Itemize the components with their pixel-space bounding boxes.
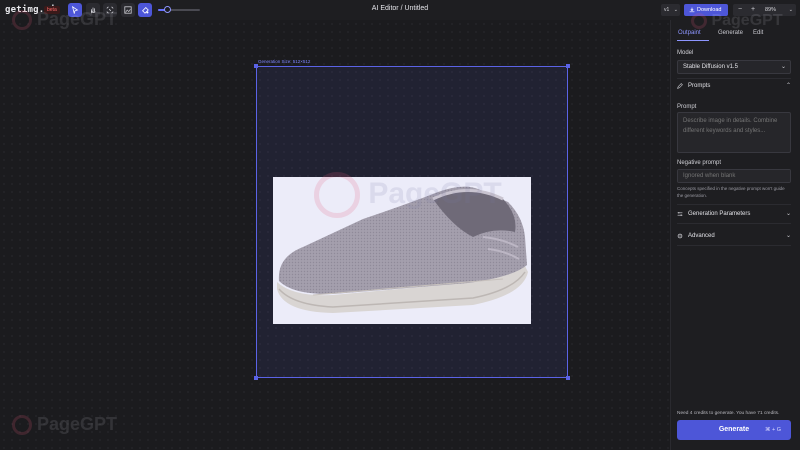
- divider: [677, 78, 791, 79]
- active-tab-indicator: [677, 40, 709, 41]
- prompts-section-header[interactable]: Prompts ⌃: [677, 80, 791, 92]
- version-select[interactable]: v1 ⌄: [661, 4, 680, 16]
- generation-parameters-header[interactable]: Generation Parameters ⌄: [677, 208, 791, 220]
- brush-size-knob[interactable]: [163, 6, 171, 13]
- document-title: AI Editor / Untitled: [371, 5, 429, 12]
- prompt-label: Prompt: [677, 104, 697, 110]
- chevron-down-icon[interactable]: ⌄: [789, 4, 793, 16]
- watermark: PageGPT: [12, 9, 118, 31]
- tab-generate[interactable]: Generate: [718, 30, 743, 36]
- resize-handle-top-left[interactable]: [254, 64, 258, 68]
- chevron-down-icon: ⌄: [673, 7, 678, 13]
- watermark: PageGPT: [314, 172, 502, 218]
- resize-handle-bottom-left[interactable]: [254, 376, 258, 380]
- chevron-up-icon: ⌃: [785, 83, 791, 89]
- generate-button[interactable]: Generate ⌘ + G: [677, 420, 791, 440]
- model-label: Model: [677, 50, 694, 56]
- watermark-logo-icon: [12, 10, 32, 31]
- eraser-tool-button[interactable]: [138, 3, 152, 17]
- generation-size-label: Generation Size: 512×512: [258, 59, 311, 64]
- credits-info: Need 4 credits to generate. You have 71 …: [677, 411, 780, 416]
- watermark-text: PageGPT: [37, 9, 118, 29]
- tab-outpaint[interactable]: Outpaint: [678, 30, 701, 36]
- brush-size-slider[interactable]: [158, 6, 200, 13]
- divider: [677, 245, 791, 246]
- watermark: PageGPT: [12, 414, 118, 436]
- prompt-input[interactable]: [677, 112, 791, 153]
- divider: [677, 223, 791, 224]
- negative-prompt-label: Negative prompt: [677, 160, 722, 166]
- eraser-icon: [142, 7, 149, 14]
- resize-handle-top-right[interactable]: [566, 64, 570, 68]
- negative-prompt-input[interactable]: [677, 169, 791, 183]
- watermark-text: PageGPT: [37, 414, 118, 434]
- keyboard-shortcut: ⌘ + G: [764, 427, 781, 433]
- sliders-icon: [677, 212, 683, 216]
- gear-icon: [677, 233, 683, 239]
- model-value: Stable Diffusion v1.5: [683, 64, 738, 70]
- watermark-logo-icon: [314, 172, 360, 218]
- image-tool-button[interactable]: [121, 3, 135, 17]
- negative-prompt-hint: Concepts specified in the negative promp…: [677, 186, 785, 198]
- watermark-text: PageGPT: [368, 176, 502, 210]
- watermark: PageGPT: [691, 12, 783, 30]
- prompts-section-title: Prompts: [688, 83, 711, 89]
- advanced-section-header[interactable]: Advanced ⌄: [677, 230, 791, 242]
- generate-label: Generate: [718, 426, 750, 433]
- pencil-icon: [677, 83, 683, 89]
- top-bar: getimg.ai beta AI Editor / Untitled v1 ⌄…: [0, 0, 800, 20]
- image-icon: [124, 6, 132, 14]
- settings-panel: Outpaint Generate Edit PageGPT Model Sta…: [670, 12, 800, 450]
- resize-handle-bottom-right[interactable]: [566, 376, 570, 380]
- model-select[interactable]: Stable Diffusion v1.5 ⌄: [677, 60, 791, 74]
- generation-parameters-title: Generation Parameters: [688, 211, 751, 217]
- version-label: v1: [664, 7, 670, 13]
- watermark-logo-icon: [12, 415, 32, 436]
- divider: [677, 204, 791, 205]
- chevron-down-icon: ⌄: [780, 64, 786, 70]
- watermark-text: PageGPT: [711, 12, 783, 29]
- chevron-down-icon: ⌄: [785, 211, 791, 217]
- watermark-logo-icon: [691, 12, 707, 29]
- tab-edit[interactable]: Edit: [753, 30, 763, 36]
- chevron-down-icon: ⌄: [785, 233, 791, 239]
- advanced-section-title: Advanced: [688, 233, 715, 239]
